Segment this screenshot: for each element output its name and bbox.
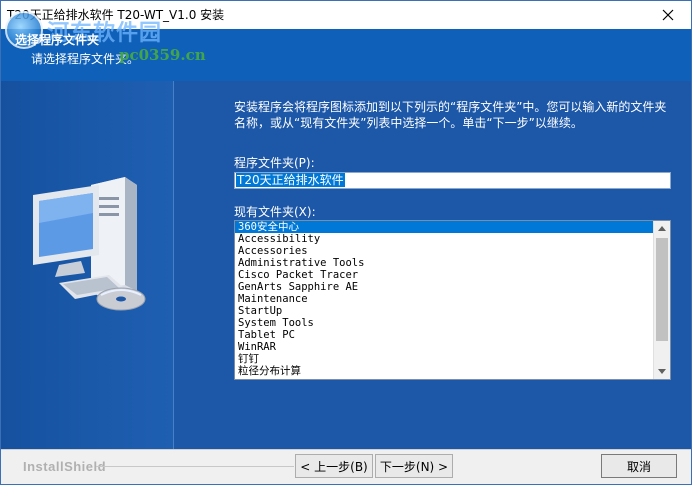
folder-list-item[interactable]: GenArts Sapphire AE	[235, 281, 655, 293]
main-panel: 安装程序会将程序图标添加到以下列示的“程序文件夹”中。您可以输入新的文件夹名称，…	[1, 81, 691, 449]
folder-list-item[interactable]: System Tools	[235, 317, 655, 329]
list-scrollbar[interactable]	[653, 221, 670, 379]
folder-list-item[interactable]: 钉钉	[235, 353, 655, 365]
close-icon	[662, 9, 674, 21]
footer-bar: InstallShield < 上一步(B) 下一步(N) > 取消	[1, 449, 691, 484]
program-folder-label: 程序文件夹(P):	[234, 156, 315, 170]
folder-list-items: 360安全中心 Accessibility Accessories Administr…	[235, 221, 655, 377]
folder-list-item[interactable]: Administrative Tools	[235, 257, 655, 269]
footer-divider	[96, 466, 294, 467]
installer-window: T20天正给排水软件 T20-WT_V1.0 安装 河东软件园 选择程序文件夹 …	[0, 0, 692, 485]
instructions-text: 安装程序会将程序图标添加到以下列示的“程序文件夹”中。您可以输入新的文件夹名称，…	[234, 100, 667, 130]
computer-install-icon	[33, 177, 146, 311]
folder-list-item[interactable]: 粒径分布计算	[235, 365, 655, 377]
installshield-logo: InstallShield	[23, 459, 107, 474]
program-folder-value: T20天正给排水软件	[236, 173, 345, 187]
folder-list-item[interactable]: Maintenance	[235, 293, 655, 305]
folder-list-item[interactable]: Accessories	[235, 245, 655, 257]
scroll-down-button[interactable]	[654, 364, 670, 379]
watermark-url: pc0359.cn	[119, 46, 206, 64]
chevron-up-icon	[658, 226, 666, 231]
next-button[interactable]: 下一步(N) >	[375, 454, 453, 478]
folder-list-item[interactable]: Accessibility	[235, 233, 655, 245]
page-title: 选择程序文件夹	[15, 33, 100, 47]
folder-list-item[interactable]: StartUp	[235, 305, 655, 317]
folder-list-item[interactable]: 360安全中心	[235, 221, 655, 233]
existing-folders-label: 现有文件夹(X):	[234, 205, 316, 219]
header-band: 河东软件园 选择程序文件夹 请选择程序文件夹。 pc0359.cn	[1, 11, 691, 81]
chevron-down-icon	[658, 369, 666, 374]
cancel-button[interactable]: 取消	[601, 454, 677, 478]
existing-folders-list[interactable]: 360安全中心 Accessibility Accessories Administr…	[234, 220, 671, 380]
folder-list-item[interactable]: Tablet PC	[235, 329, 655, 341]
program-folder-input[interactable]: T20天正给排水软件	[234, 172, 671, 189]
scroll-up-button[interactable]	[654, 221, 670, 236]
folder-list-item[interactable]: Cisco Packet Tracer	[235, 269, 655, 281]
back-button[interactable]: < 上一步(B)	[295, 454, 373, 478]
left-graphic-panel	[1, 81, 173, 449]
folder-list-item[interactable]: WinRAR	[235, 341, 655, 353]
scroll-thumb[interactable]	[656, 238, 668, 341]
close-button[interactable]	[645, 1, 691, 29]
panel-divider	[173, 81, 174, 449]
